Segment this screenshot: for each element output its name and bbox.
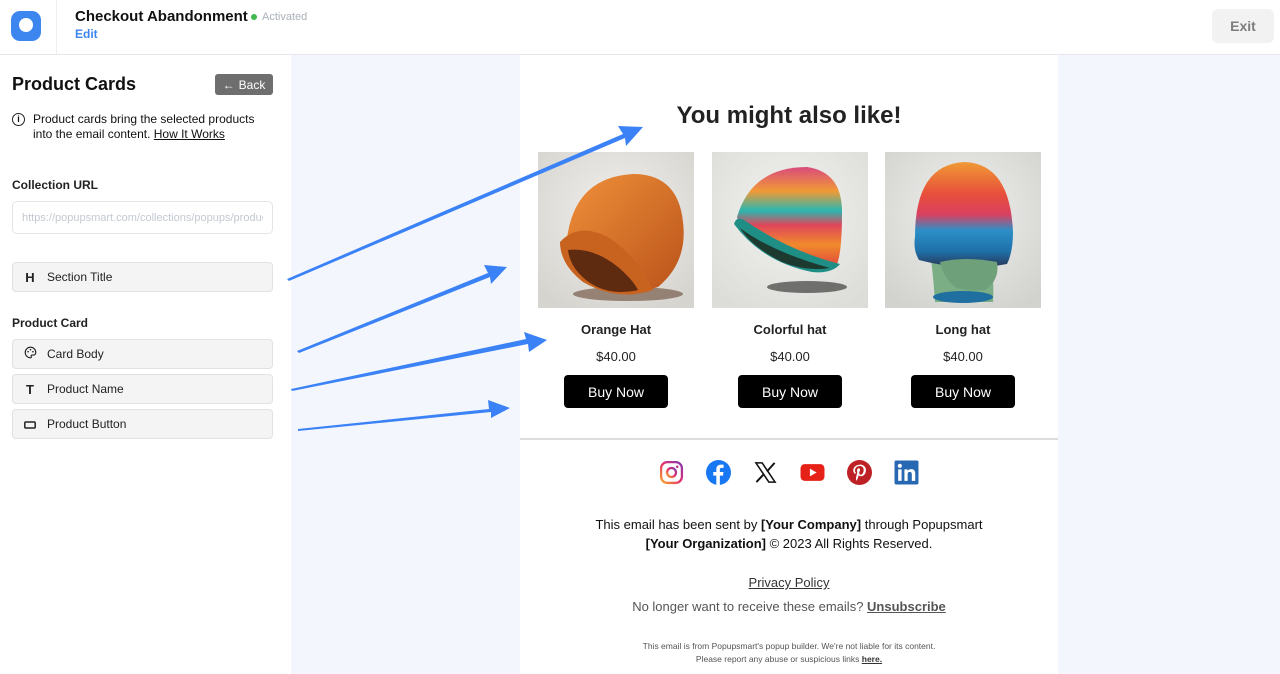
sent-by-suffix: through Popupsmart [861, 517, 983, 532]
section-title-label: Section Title [47, 270, 113, 284]
instagram-icon[interactable] [658, 459, 684, 485]
product-name: Orange Hat [580, 322, 652, 337]
disclaimer-line-2: Please report any abuse or suspicious li… [695, 654, 862, 664]
text-icon: T [26, 381, 34, 397]
product-card[interactable]: Colorful hat $40.00 Buy Now [712, 152, 868, 408]
product-image-orange-hat [538, 152, 694, 308]
privacy-row: Privacy Policy [520, 575, 1058, 590]
product-image-long-hat [885, 152, 1041, 308]
product-price: $40.00 [943, 349, 983, 364]
product-button-label: Product Button [47, 417, 127, 431]
disclaimer: This email is from Popupsmart's popup bu… [520, 640, 1058, 666]
sender-info: This email has been sent by [Your Compan… [520, 515, 1058, 553]
collection-url-label: Collection URL [12, 178, 98, 192]
pinterest-icon[interactable] [846, 459, 872, 485]
info-text-wrap: Product cards bring the selected product… [33, 112, 277, 142]
exit-button[interactable]: Exit [1212, 9, 1274, 43]
how-it-works-link[interactable]: How It Works [154, 127, 225, 141]
card-body-label: Card Body [47, 347, 104, 361]
sidebar: Product Cards ← Back i Product cards bri… [0, 55, 291, 674]
buy-now-button[interactable]: Buy Now [564, 375, 668, 408]
product-card-label: Product Card [12, 316, 89, 330]
unsubscribe-prompt: No longer want to receive these emails? [632, 599, 868, 614]
linkedin-icon[interactable] [893, 459, 919, 485]
x-icon[interactable] [752, 459, 778, 485]
facebook-icon[interactable] [705, 459, 731, 485]
product-button-option[interactable]: Product Button [12, 409, 273, 439]
palette-icon [13, 346, 47, 362]
product-card[interactable]: Long hat $40.00 Buy Now [885, 152, 1041, 408]
back-label: Back [238, 77, 266, 92]
info-icon: i [12, 113, 25, 126]
campaign-title: Checkout Abandonment [75, 8, 248, 25]
product-price: $40.00 [596, 349, 636, 364]
unsubscribe-link[interactable]: Unsubscribe [867, 599, 946, 614]
edit-link[interactable]: Edit [75, 27, 98, 41]
social-links [658, 459, 919, 485]
collection-url-input[interactable] [12, 201, 273, 234]
buy-now-button[interactable]: Buy Now [738, 375, 842, 408]
youtube-icon[interactable] [799, 459, 825, 485]
info-note: i Product cards bring the selected produ… [12, 112, 277, 142]
product-name-option[interactable]: T Product Name [12, 374, 273, 404]
status-badge: Activated [251, 11, 307, 23]
privacy-policy-link[interactable]: Privacy Policy [749, 575, 830, 590]
top-bar: Checkout Abandonment Activated Edit Exit [0, 0, 1280, 55]
email-preview: You might also like! Orange Hat $40.00 B… [520, 55, 1058, 674]
organization-placeholder: [Your Organization] [645, 536, 766, 551]
product-image-colorful-hat [712, 152, 868, 308]
report-link[interactable]: here. [862, 654, 882, 664]
product-name: Colorful hat [753, 322, 827, 337]
heading-icon: H [25, 269, 35, 285]
section-title[interactable]: You might also like! [520, 102, 1058, 130]
product-name: Long hat [935, 322, 991, 337]
company-placeholder: [Your Company] [760, 517, 862, 532]
popupsmart-logo-icon[interactable] [11, 11, 41, 41]
logo-container [0, 0, 57, 54]
unsubscribe-row: No longer want to receive these emails? … [520, 599, 1058, 614]
product-name-label: Product Name [47, 382, 124, 396]
card-body-option[interactable]: Card Body [12, 339, 273, 369]
status-text: Activated [262, 11, 308, 23]
buy-now-button[interactable]: Buy Now [911, 375, 1015, 408]
button-icon [13, 417, 47, 432]
arrow-left-icon: ← [222, 77, 235, 92]
section-title-option[interactable]: H Section Title [12, 262, 273, 292]
back-button[interactable]: ← Back [215, 74, 273, 95]
divider [520, 438, 1058, 440]
disclaimer-line-1: This email is from Popupsmart's popup bu… [642, 641, 936, 651]
status-dot-icon [251, 14, 257, 20]
panel-title: Product Cards [12, 74, 137, 94]
rights-text: © 2023 All Rights Reserved. [765, 536, 933, 551]
sent-by-prefix: This email has been sent by [595, 517, 761, 532]
product-price: $40.00 [770, 349, 810, 364]
product-card[interactable]: Orange Hat $40.00 Buy Now [538, 152, 694, 408]
